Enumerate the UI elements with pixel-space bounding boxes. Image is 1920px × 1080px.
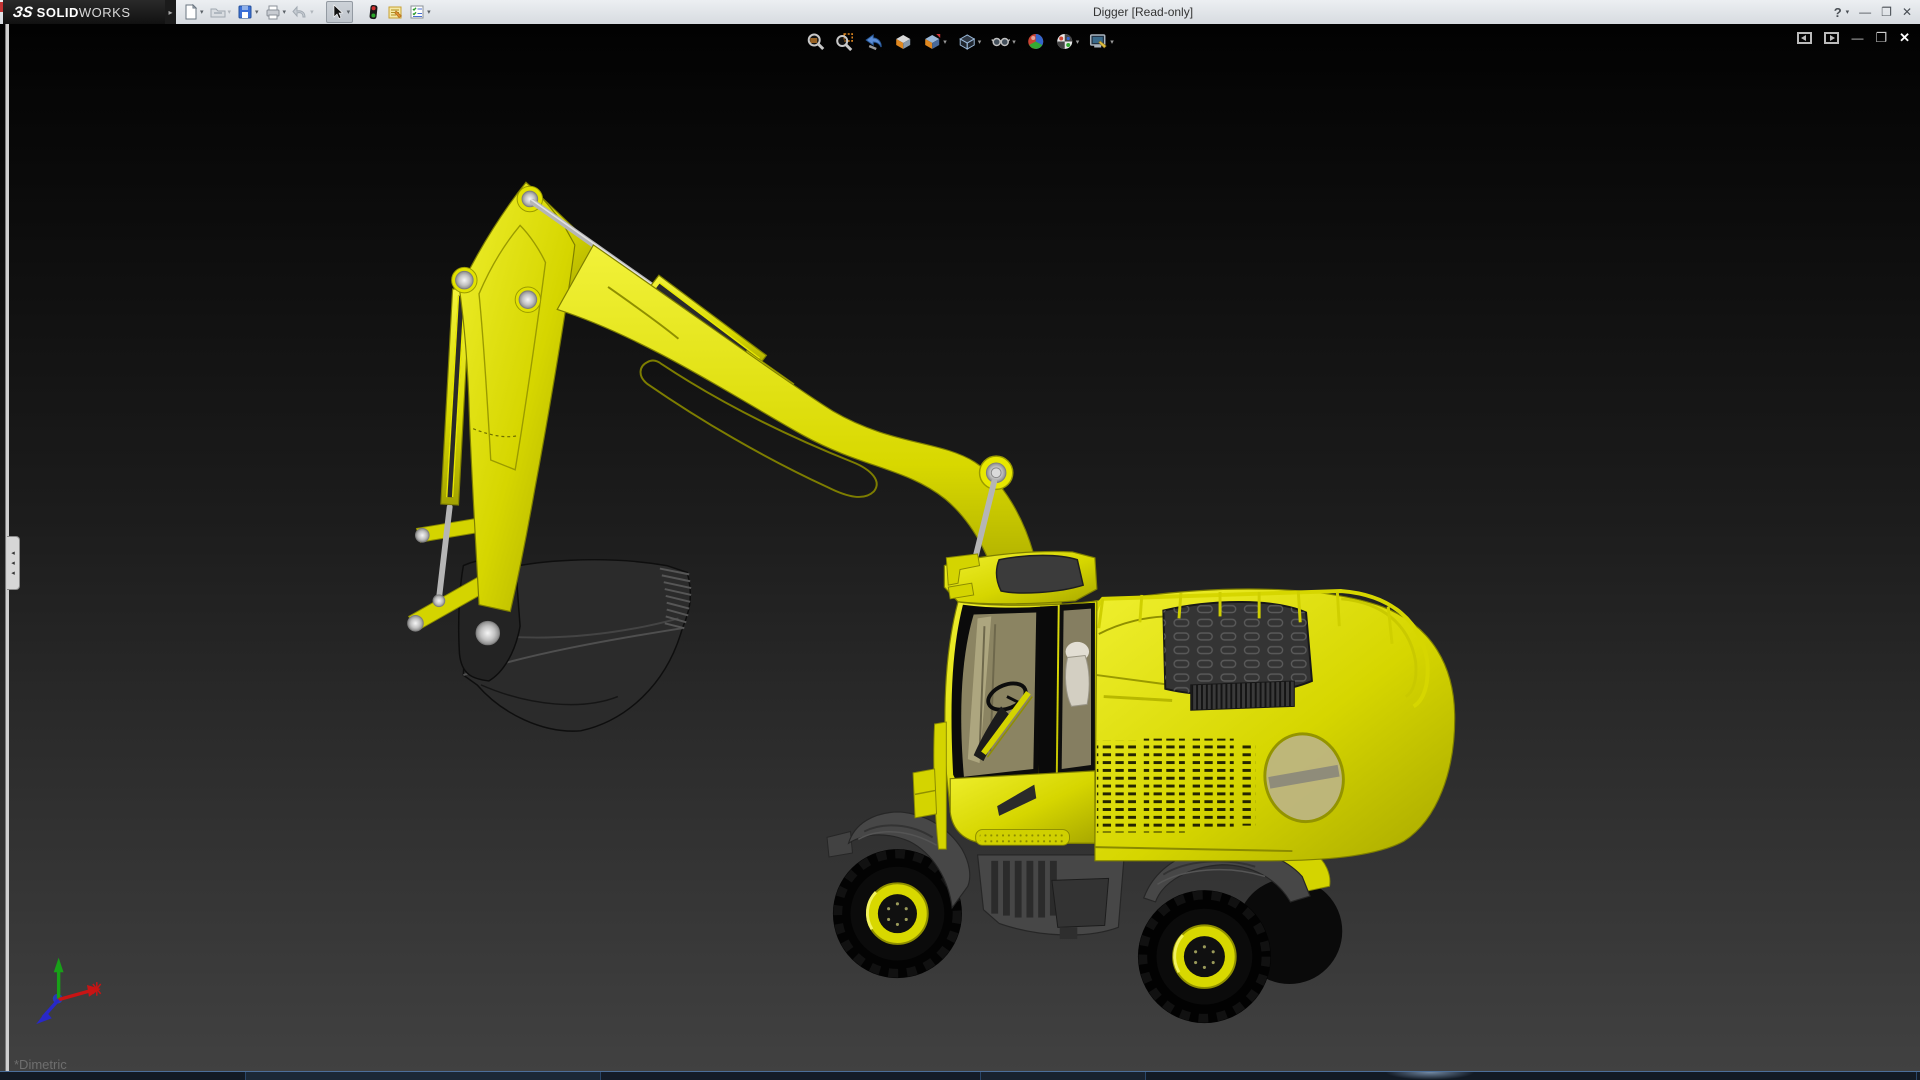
orientation-label: *Dimetric (14, 1057, 67, 1072)
hide-show-dropdown[interactable]: ▾ (1012, 38, 1016, 46)
taskbar-segment (600, 1072, 982, 1080)
zoom-to-area-button[interactable] (832, 32, 857, 51)
graphics-viewport[interactable]: — ❐ ✕ (0, 24, 1920, 1072)
collapse-arrow-icon: ◂ (11, 560, 15, 567)
logo-mark: ЗS (12, 4, 34, 21)
tile-left-icon[interactable] (1797, 32, 1812, 44)
open-dropdown[interactable]: ▾ (228, 8, 232, 16)
cab[interactable] (913, 552, 1097, 850)
select-dropdown[interactable]: ▾ (347, 8, 351, 16)
open-folder-icon (210, 4, 226, 20)
main-toolbar: ▾ ▾ ▾ ▾ (180, 0, 435, 24)
undo-icon (292, 4, 308, 20)
view-orientation-dropdown[interactable]: ▾ (943, 38, 947, 46)
display-style-icon (957, 32, 976, 51)
apply-scene-dropdown[interactable]: ▾ (1076, 38, 1080, 46)
new-document-button[interactable]: ▾ (180, 2, 206, 22)
rebuild-button[interactable] (363, 2, 383, 22)
collapse-arrow-icon: ◂ (11, 550, 15, 557)
options-checklist-icon (409, 4, 425, 20)
view-settings-dropdown[interactable]: ▾ (1110, 38, 1114, 46)
taskbar-segment (1145, 1072, 1917, 1080)
solidworks-window: ЗS SOLIDWORKS ▸ ▾ ▾ (0, 0, 1920, 1080)
apply-scene-button[interactable]: ▾ (1052, 32, 1083, 51)
options-dropdown[interactable]: ▾ (427, 8, 431, 16)
zoom-to-fit-icon (806, 32, 825, 51)
new-dropdown[interactable]: ▾ (200, 8, 204, 16)
previous-view-icon (864, 32, 883, 51)
new-document-icon (182, 4, 198, 20)
titlebar: ЗS SOLIDWORKS ▸ ▾ ▾ (0, 0, 1920, 25)
dipper-arm[interactable] (452, 182, 599, 611)
view-orientation-button[interactable]: ▾ (919, 32, 950, 51)
edit-appearance-button[interactable] (1023, 32, 1048, 51)
open-button[interactable]: ▾ (208, 2, 234, 22)
file-properties-button[interactable] (385, 2, 405, 22)
edit-appearance-icon (1026, 32, 1045, 51)
close-button[interactable]: ✕ (1902, 5, 1912, 19)
view-settings-button[interactable]: ▾ (1086, 32, 1117, 51)
headsup-view-toolbar: ▾ ▾ ▾ (801, 32, 1119, 51)
save-diskette-icon (237, 4, 253, 20)
orientation-triad (36, 958, 101, 1024)
select-tool-button[interactable]: ▾ (326, 1, 354, 23)
collapsed-panel-tab[interactable]: ◂ ◂ ◂ (7, 536, 20, 590)
undo-dropdown[interactable]: ▾ (310, 8, 314, 16)
zoom-to-fit-button[interactable] (803, 32, 828, 51)
seat (1066, 642, 1090, 707)
excavator-model[interactable] (36, 182, 1455, 1024)
taskbar-segment (980, 1072, 1147, 1080)
view-orientation-icon (922, 32, 941, 51)
print-icon (265, 4, 281, 20)
save-button[interactable]: ▾ (235, 2, 261, 22)
section-view-button[interactable] (890, 32, 915, 51)
document-window-controls: — ❐ ✕ (1797, 30, 1910, 46)
tile-right-icon[interactable] (1824, 32, 1839, 44)
save-dropdown[interactable]: ▾ (255, 8, 259, 16)
doc-restore-button[interactable]: ❐ (1875, 30, 1887, 46)
collapse-arrow-icon: ◂ (11, 570, 15, 577)
menu-expand-button[interactable]: ▸ (165, 0, 176, 24)
model-canvas[interactable] (0, 24, 1920, 1072)
previous-view-button[interactable] (861, 32, 886, 51)
print-dropdown[interactable]: ▾ (283, 8, 287, 16)
help-button[interactable]: ? (1834, 5, 1842, 20)
display-style-button[interactable]: ▾ (954, 32, 985, 51)
minimize-button[interactable]: — (1859, 5, 1871, 19)
display-style-dropdown[interactable]: ▾ (978, 38, 982, 46)
taskbar-segment (245, 1072, 602, 1080)
restore-button[interactable]: ❐ (1881, 5, 1892, 19)
hide-show-items-icon (991, 32, 1010, 51)
section-view-icon (893, 32, 912, 51)
window-title: Digger [Read-only] (1093, 5, 1193, 19)
windows-taskbar-edge (0, 1071, 1920, 1080)
print-button[interactable]: ▾ (263, 2, 289, 22)
side-step (976, 830, 1070, 846)
apply-scene-icon (1055, 32, 1074, 51)
doc-close-button[interactable]: ✕ (1899, 30, 1910, 46)
zoom-to-area-icon (835, 32, 854, 51)
rear-wheel[interactable] (1138, 890, 1271, 1023)
select-cursor-icon (329, 4, 345, 20)
solidworks-logo: ЗS SOLIDWORKS (3, 0, 165, 24)
view-settings-icon (1089, 32, 1108, 51)
traffic-light-icon (365, 4, 381, 20)
titlebar-controls: ? ▾ — ❐ ✕ (1834, 0, 1912, 24)
help-dropdown[interactable]: ▾ (1846, 8, 1850, 16)
doc-minimize-button[interactable]: — (1851, 31, 1863, 45)
options-button[interactable]: ▾ (407, 2, 433, 22)
chassis[interactable] (978, 855, 1125, 939)
file-properties-icon (387, 4, 403, 20)
upper-body[interactable] (1060, 589, 1455, 861)
undo-button[interactable]: ▾ (290, 2, 316, 22)
taskbar-glow (1385, 1072, 1475, 1080)
hide-show-items-button[interactable]: ▾ (988, 32, 1019, 51)
rear-grille (1191, 681, 1295, 710)
